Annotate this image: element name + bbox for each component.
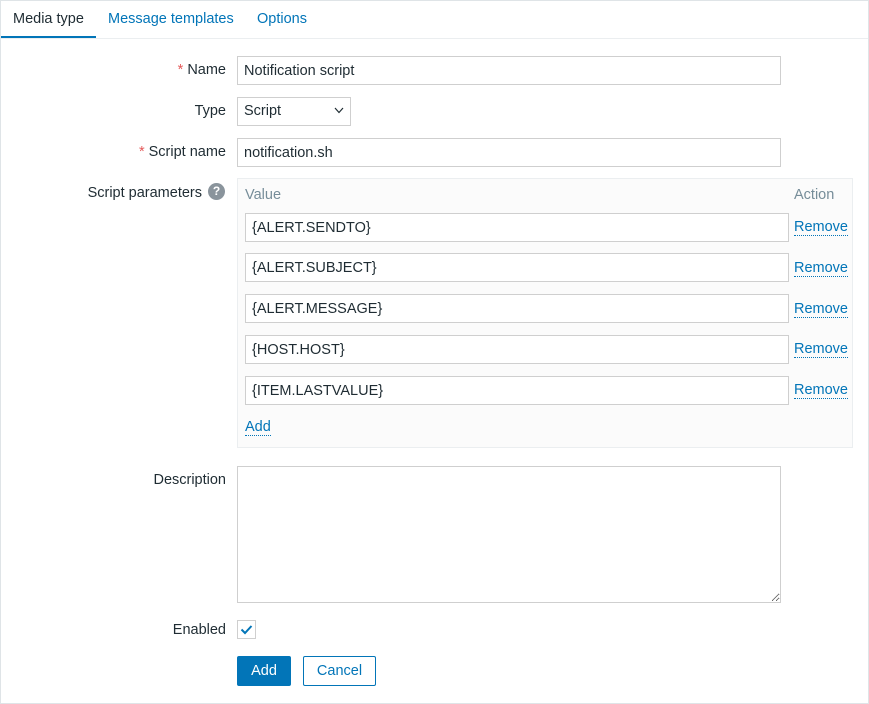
column-header-action: Action [794, 187, 835, 203]
parameter-value-input[interactable] [245, 376, 789, 405]
script-parameters-table: Value Action Remove Remove Remove Remove… [237, 178, 853, 448]
remove-parameter-link[interactable]: Remove [794, 301, 848, 318]
remove-parameter-link[interactable]: Remove [794, 382, 848, 399]
tab-message-templates[interactable]: Message templates [96, 1, 246, 36]
type-select[interactable]: Script [237, 97, 351, 126]
chevron-down-icon [334, 107, 344, 114]
add-parameter-link[interactable]: Add [245, 419, 271, 436]
tab-media-type[interactable]: Media type [1, 1, 96, 38]
script-name-input[interactable] [237, 138, 781, 167]
cancel-button[interactable]: Cancel [303, 656, 376, 686]
description-textarea[interactable] [237, 466, 781, 603]
tab-bar: Media type Message templates Options [1, 1, 868, 39]
remove-parameter-link[interactable]: Remove [794, 219, 848, 236]
enabled-checkbox[interactable] [237, 620, 256, 639]
name-label: * Name [177, 62, 226, 78]
remove-parameter-link[interactable]: Remove [794, 260, 848, 277]
script-parameters-label: Script parameters [87, 185, 202, 201]
media-type-form: Media type Message templates Options * Na… [0, 0, 869, 704]
parameter-value-input[interactable] [245, 213, 789, 242]
help-icon[interactable]: ? [208, 183, 225, 200]
name-input[interactable] [237, 56, 781, 85]
parameter-value-input[interactable] [245, 335, 789, 364]
parameter-value-input[interactable] [245, 294, 789, 323]
parameter-value-input[interactable] [245, 253, 789, 282]
tab-options[interactable]: Options [245, 1, 319, 36]
script-name-label: * Script name [138, 144, 226, 160]
checkmark-icon [240, 625, 253, 635]
enabled-label: Enabled [172, 622, 226, 638]
column-header-value: Value [245, 187, 282, 203]
type-label: Type [194, 103, 226, 119]
description-label: Description [153, 472, 226, 488]
type-select-value: Script [244, 103, 282, 119]
add-button[interactable]: Add [237, 656, 291, 686]
remove-parameter-link[interactable]: Remove [794, 341, 848, 358]
